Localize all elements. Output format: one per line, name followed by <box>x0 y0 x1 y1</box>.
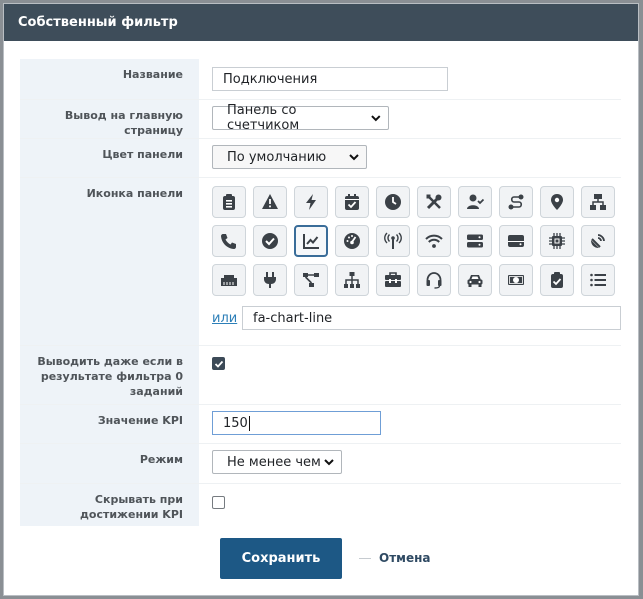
output-row: Вывод на главную страницу Панель со счет… <box>20 100 621 139</box>
route-icon[interactable] <box>499 186 533 218</box>
show-zero-row: Выводить даже если в результате фильтра … <box>20 346 621 405</box>
output-select-value: Панель со счетчиком <box>227 103 300 133</box>
car-icon[interactable] <box>458 264 492 296</box>
mode-label: Режим <box>20 444 199 483</box>
phone-icon[interactable] <box>212 225 246 257</box>
satellite-dish-icon[interactable] <box>581 225 615 257</box>
kpi-label: Значение KPI <box>20 405 199 443</box>
or-link[interactable]: или <box>212 311 242 326</box>
show-zero-label: Выводить даже если в результате фильтра … <box>20 346 199 404</box>
bolt-icon[interactable] <box>294 186 328 218</box>
hide-kpi-row: Скрывать при достижении KPI <box>20 484 621 526</box>
cancel-button[interactable]: Отмена <box>379 551 431 565</box>
clock-icon[interactable] <box>376 186 410 218</box>
mode-row: Режим Не менее чем <box>20 444 621 484</box>
text-cursor <box>248 415 250 431</box>
sitemap-icon[interactable] <box>335 264 369 296</box>
hide-kpi-checkbox[interactable] <box>212 496 225 509</box>
chevron-down-icon <box>371 115 381 122</box>
check-icon <box>214 360 223 368</box>
calendar-check-icon[interactable] <box>335 186 369 218</box>
tachometer-icon[interactable] <box>335 225 369 257</box>
dialog-title: Собственный фильтр <box>4 4 638 41</box>
warning-icon[interactable] <box>253 186 287 218</box>
tools-icon[interactable] <box>417 186 451 218</box>
kpi-input[interactable]: 150 <box>212 411 381 435</box>
headset-icon[interactable] <box>417 264 451 296</box>
map-marker-icon[interactable] <box>540 186 574 218</box>
list-icon[interactable] <box>581 264 615 296</box>
separator <box>359 558 371 559</box>
save-button[interactable]: Сохранить <box>220 538 342 579</box>
output-select[interactable]: Панель со счетчиком <box>212 103 389 133</box>
show-zero-checkbox[interactable] <box>212 357 225 370</box>
icon-grid <box>212 186 621 296</box>
mode-select[interactable]: Не менее чем <box>212 450 342 474</box>
custom-icon-input[interactable]: fa-chart-line <box>242 306 621 330</box>
wifi-icon[interactable] <box>417 225 451 257</box>
custom-filter-dialog: Собственный фильтр Название Подключения … <box>3 3 639 596</box>
name-row: Название Подключения <box>20 59 621 100</box>
color-label: Цвет панели <box>20 139 199 177</box>
user-check-icon[interactable] <box>458 186 492 218</box>
filter-form: Название Подключения Вывод на главную ст… <box>20 59 621 526</box>
plug-icon[interactable] <box>253 264 287 296</box>
name-label: Название <box>20 59 199 99</box>
clipboard-list-icon[interactable] <box>212 186 246 218</box>
mode-select-value: Не менее чем <box>227 454 321 470</box>
chevron-down-icon <box>324 459 334 466</box>
color-row: Цвет панели По умолчанию <box>20 139 621 178</box>
ethernet-icon[interactable] <box>212 264 246 296</box>
kpi-row: Значение KPI 150 <box>20 405 621 444</box>
icon-row: Иконка панели или fa-chart-line <box>20 178 621 346</box>
clipboard-check-icon[interactable] <box>540 264 574 296</box>
custom-icon-line: или fa-chart-line <box>212 306 621 330</box>
color-select[interactable]: По умолчанию <box>212 145 367 169</box>
money-bill-icon[interactable] <box>499 264 533 296</box>
name-input[interactable]: Подключения <box>212 67 448 91</box>
chevron-down-icon <box>349 154 359 161</box>
toolbox-icon[interactable] <box>376 264 410 296</box>
check-circle-icon[interactable] <box>253 225 287 257</box>
hide-kpi-label: Скрывать при достижении KPI <box>20 484 199 526</box>
project-diagram-icon[interactable] <box>294 264 328 296</box>
icon-label: Иконка панели <box>20 178 199 345</box>
hdd-icon[interactable] <box>499 225 533 257</box>
chart-line-icon[interactable] <box>294 225 328 257</box>
kpi-input-value: 150 <box>223 415 248 431</box>
broadcast-tower-icon[interactable] <box>376 225 410 257</box>
sitemap-network-icon[interactable] <box>581 186 615 218</box>
server-icon[interactable] <box>458 225 492 257</box>
color-select-value: По умолчанию <box>227 149 327 165</box>
microchip-icon[interactable] <box>540 225 574 257</box>
output-label: Вывод на главную страницу <box>20 100 199 138</box>
